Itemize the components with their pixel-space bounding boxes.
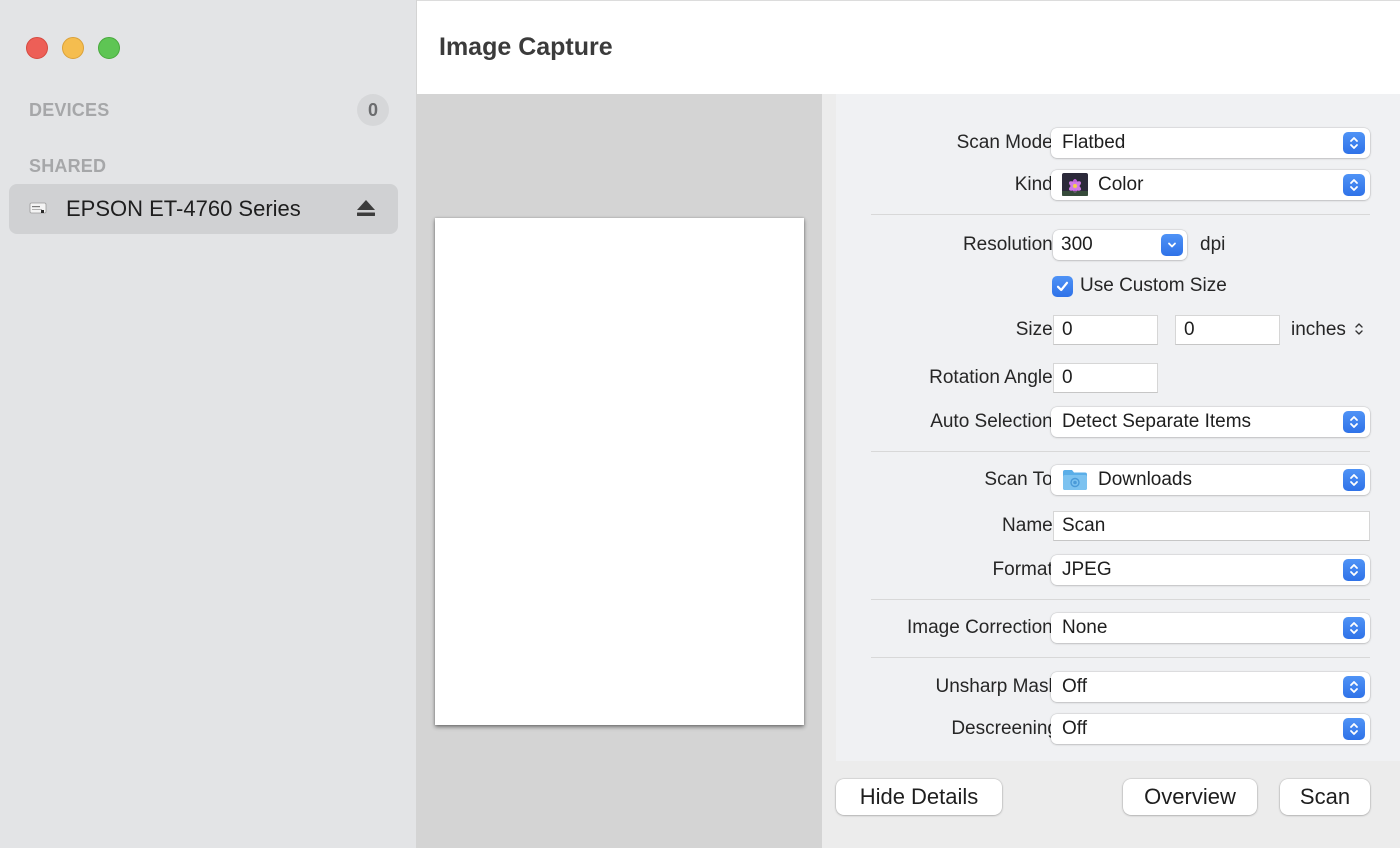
- format-popup[interactable]: JPEG: [1051, 555, 1370, 585]
- resolution-unit: dpi: [1200, 234, 1226, 255]
- custom-size-row: Use Custom Size: [836, 275, 1400, 305]
- scan-mode-popup[interactable]: Flatbed: [1051, 128, 1370, 158]
- auto-selection-row: Auto Selection: Detect Separate Items: [836, 407, 1400, 437]
- scan-to-label: Scan To:: [984, 469, 1058, 490]
- kind-row: Kind: Color: [836, 170, 1400, 200]
- close-window-button[interactable]: [26, 37, 48, 59]
- updown-chevron-icon: [1355, 323, 1363, 335]
- rotation-angle-field[interactable]: 0: [1053, 363, 1158, 393]
- size-height-field[interactable]: 0: [1175, 315, 1280, 345]
- name-row: Name: Scan: [836, 511, 1400, 541]
- scan-to-row: Scan To: Downloads: [836, 465, 1400, 495]
- use-custom-size-label[interactable]: Use Custom Size: [1080, 275, 1227, 297]
- format-label: Format:: [992, 559, 1058, 580]
- name-value: Scan: [1062, 515, 1106, 536]
- size-row: Size: 0 0 inches: [836, 315, 1400, 345]
- scan-to-value: Downloads: [1098, 469, 1192, 490]
- format-row: Format: JPEG: [836, 555, 1400, 585]
- descreening-popup[interactable]: Off: [1051, 714, 1370, 744]
- chevron-down-icon[interactable]: [1161, 234, 1183, 256]
- color-photo-icon: [1062, 173, 1088, 196]
- devices-count-badge: 0: [357, 94, 389, 126]
- overview-button[interactable]: Overview: [1123, 779, 1257, 815]
- scan-mode-label: Scan Mode:: [956, 132, 1058, 153]
- size-unit-popup[interactable]: inches: [1291, 319, 1364, 341]
- printer-icon: [29, 201, 47, 215]
- window-title: Image Capture: [439, 33, 613, 61]
- updown-chevron-icon: [1343, 132, 1365, 154]
- separator: [871, 451, 1370, 452]
- title-bar: Image Capture: [417, 0, 1400, 94]
- scan-settings-panel: Scan Mode: Flatbed Kind: Color Resolutio…: [836, 94, 1400, 761]
- resolution-value: 300: [1061, 234, 1093, 255]
- auto-selection-popup[interactable]: Detect Separate Items: [1051, 407, 1370, 437]
- unsharp-mask-row: Unsharp Mask Off: [836, 672, 1400, 702]
- resolution-row: Resolution: 300 dpi: [836, 230, 1400, 260]
- separator: [871, 599, 1370, 600]
- rotation-angle-value: 0: [1062, 367, 1073, 388]
- rotation-angle-label: Rotation Angle:: [929, 367, 1058, 388]
- descreening-value: Off: [1062, 718, 1087, 739]
- descreening-label: Descreening: [951, 718, 1058, 739]
- resolution-label: Resolution:: [962, 234, 1058, 255]
- use-custom-size-checkbox[interactable]: [1052, 276, 1073, 297]
- downloads-folder-icon: [1062, 468, 1088, 491]
- size-width-field[interactable]: 0: [1053, 315, 1158, 345]
- size-label: Size:: [1015, 319, 1058, 340]
- separator: [871, 214, 1370, 215]
- updown-chevron-icon: [1343, 411, 1365, 433]
- updown-chevron-icon: [1343, 676, 1365, 698]
- preview-page[interactable]: [435, 218, 804, 725]
- unsharp-mask-label: Unsharp Mask: [935, 676, 1059, 697]
- updown-chevron-icon: [1343, 718, 1365, 740]
- image-correction-label: Image Correction:: [906, 617, 1058, 638]
- scan-mode-row: Scan Mode: Flatbed: [836, 128, 1400, 158]
- descreening-row: Descreening Off: [836, 714, 1400, 744]
- resolution-combobox[interactable]: 300: [1053, 230, 1187, 260]
- shared-section-header: SHARED: [29, 156, 107, 176]
- updown-chevron-icon: [1343, 174, 1365, 196]
- unsharp-mask-value: Off: [1062, 676, 1087, 697]
- name-field[interactable]: Scan: [1053, 511, 1370, 541]
- devices-section-header: DEVICES: [29, 100, 110, 120]
- size-width-value: 0: [1062, 319, 1073, 340]
- kind-value: Color: [1098, 174, 1144, 195]
- separator: [871, 657, 1370, 658]
- device-name: EPSON ET-4760 Series: [66, 196, 301, 221]
- scan-preview-area[interactable]: [417, 94, 822, 848]
- updown-chevron-icon: [1343, 617, 1365, 639]
- scan-to-popup[interactable]: Downloads: [1051, 465, 1370, 495]
- eject-icon[interactable]: [355, 197, 377, 219]
- auto-selection-label: Auto Selection:: [930, 411, 1058, 432]
- sidebar: DEVICES 0 SHARED EPSON ET-4760 Series: [0, 0, 417, 848]
- scan-mode-value: Flatbed: [1062, 132, 1126, 153]
- updown-chevron-icon: [1343, 469, 1365, 491]
- rotation-angle-row: Rotation Angle: 0: [836, 363, 1400, 393]
- image-correction-row: Image Correction: None: [836, 613, 1400, 643]
- auto-selection-value: Detect Separate Items: [1062, 411, 1252, 432]
- size-height-value: 0: [1184, 319, 1195, 340]
- minimize-window-button[interactable]: [62, 37, 84, 59]
- size-unit-value: inches: [1291, 319, 1346, 340]
- name-label: Name:: [1002, 515, 1058, 536]
- scan-button[interactable]: Scan: [1280, 779, 1370, 815]
- sidebar-item-epson-printer[interactable]: EPSON ET-4760 Series: [9, 184, 398, 234]
- details-column: Scan Mode: Flatbed Kind: Color Resolutio…: [822, 94, 1400, 848]
- kind-popup[interactable]: Color: [1051, 170, 1370, 200]
- image-correction-value: None: [1062, 617, 1108, 638]
- window-controls: [26, 37, 120, 59]
- updown-chevron-icon: [1343, 559, 1365, 581]
- unsharp-mask-popup[interactable]: Off: [1051, 672, 1370, 702]
- format-value: JPEG: [1062, 559, 1112, 580]
- zoom-window-button[interactable]: [98, 37, 120, 59]
- image-correction-popup[interactable]: None: [1051, 613, 1370, 643]
- hide-details-button[interactable]: Hide Details: [836, 779, 1002, 815]
